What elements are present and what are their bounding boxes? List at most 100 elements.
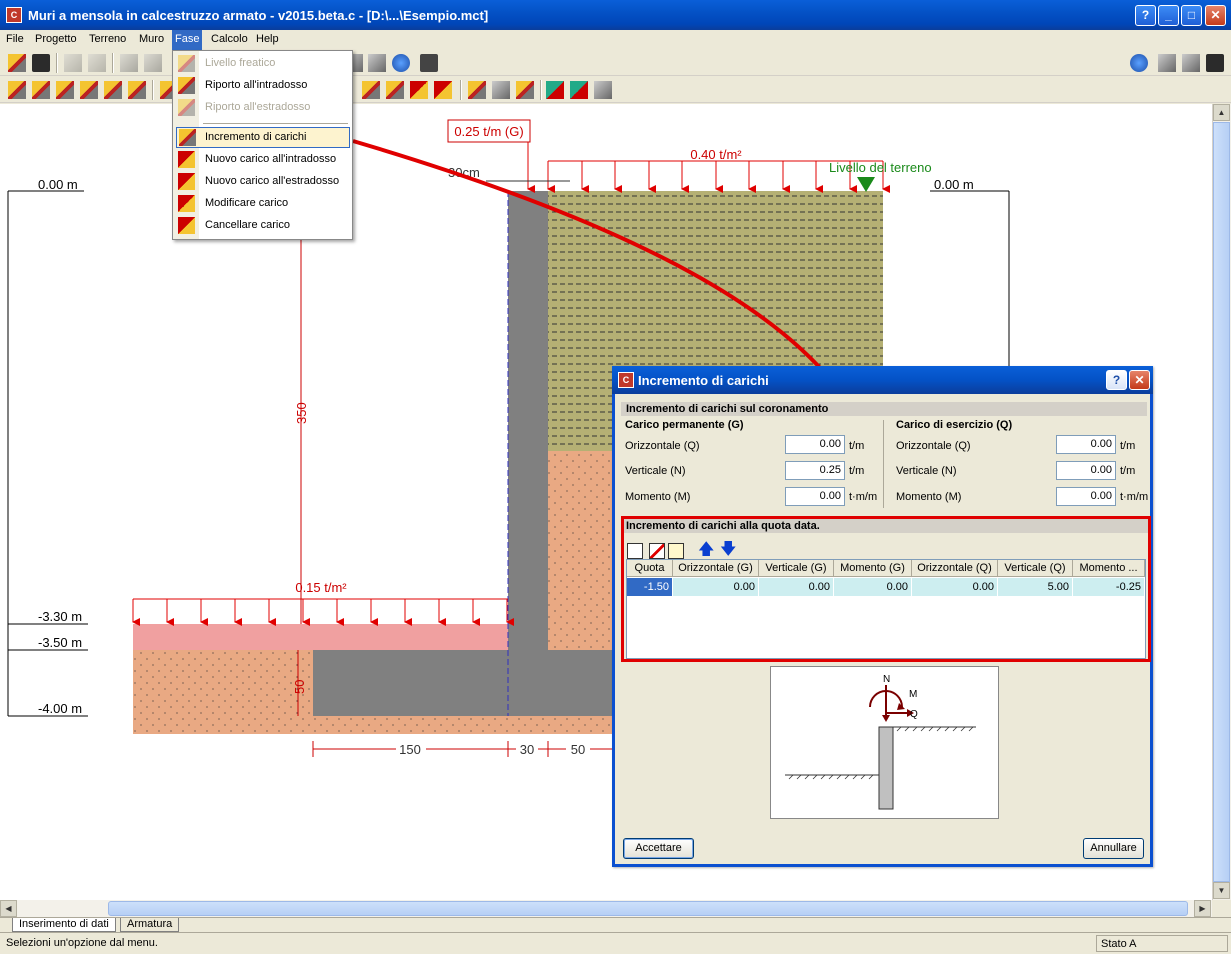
add-row-icon[interactable] [627,543,643,559]
redo-icon[interactable] [88,54,106,72]
crown-section-header: Incremento di carichi sul coronamento [621,402,1147,416]
column-header[interactable]: Quota [627,560,673,577]
table-cell[interactable]: 5.00 [998,578,1073,596]
first-icon[interactable] [120,54,138,72]
scroll-thumb[interactable] [1213,122,1230,882]
column-header[interactable]: Momento (G) [834,560,912,577]
wall-tool-icon[interactable] [128,81,146,99]
menu-item-livello-freatico[interactable]: Livello freatico [173,53,352,74]
menu-item-nuovo-carico-intradosso[interactable]: Nuovo carico all'intradosso [173,149,352,170]
scroll-right-icon[interactable]: ▶ [1194,900,1211,917]
load-tool-icon[interactable] [386,81,404,99]
perm-vertical-input[interactable]: 0.25 [785,461,845,480]
table-cell[interactable]: 0.00 [673,578,759,596]
wall-tool-icon[interactable] [32,81,50,99]
menu-progetto[interactable]: Progetto [35,33,77,45]
delete-row-icon[interactable] [649,543,665,559]
menu-item-incremento-carichi[interactable]: Incremento di carichi [176,127,350,148]
scroll-up-icon[interactable]: ▲ [1213,104,1230,121]
menu-calcolo[interactable]: Calcolo [211,33,248,45]
status-message: Selezioni un'opzione dal menu. [6,937,158,949]
column-header[interactable]: Orizzontale (G) [673,560,759,577]
serv-horizontal-label: Orizzontale (Q) [896,440,971,452]
menu-muro[interactable]: Muro [139,33,164,45]
move-down-icon[interactable]: 🡇 [720,542,736,559]
tools-icon[interactable] [594,81,612,99]
horizontal-scrollbar[interactable]: ◀ ▶ [0,900,1212,917]
perm-horizontal-input[interactable]: 0.00 [785,435,845,454]
table-cell[interactable]: -0.25 [1073,578,1145,596]
table-cell[interactable]: 0.00 [834,578,912,596]
edit-load-icon[interactable] [410,81,428,99]
previous-icon[interactable] [144,54,162,72]
accept-button[interactable]: Accettare [623,838,694,859]
table-cell[interactable]: 0.00 [759,578,834,596]
load-tool-icon[interactable] [362,81,380,99]
vertical-scrollbar[interactable]: ▲ ▼ [1212,104,1231,900]
menu-terreno[interactable]: Terreno [89,33,126,45]
column-header[interactable]: Momento ... [1073,560,1145,577]
level-label-330: -3.30 m [38,609,82,624]
menu-help[interactable]: Help [256,33,279,45]
column-header[interactable]: Orizzontale (Q) [912,560,998,577]
wall-stem [508,191,548,716]
menu-fase[interactable]: Fase [172,30,203,50]
scroll-down-icon[interactable]: ▼ [1213,882,1230,899]
calculator-icon[interactable] [1206,54,1224,72]
save-icon[interactable] [32,54,50,72]
wall-tool-icon[interactable] [56,81,74,99]
serv-moment-input[interactable]: 0.00 [1056,487,1116,506]
menu-item-modificare-carico[interactable]: Modificare carico [173,193,352,214]
level-loads-header: Incremento di carichi alla quota data. [624,519,1148,533]
column-header[interactable]: Verticale (Q) [998,560,1073,577]
maximize-button[interactable]: □ [1181,5,1202,26]
serv-vertical-input[interactable]: 0.00 [1056,461,1116,480]
help-button[interactable]: ? [1135,5,1156,26]
level-label-0-left: 0.00 m [38,177,78,192]
menu-item-nuovo-carico-estradosso[interactable]: Nuovo carico all'estradosso [173,171,352,192]
terrain-level-marker [857,177,875,192]
load-sign-preview: N M Q [770,666,999,819]
verify-icon[interactable] [570,81,588,99]
cancel-button[interactable]: Annullare [1083,838,1144,859]
tab-armatura[interactable]: Armatura [120,918,180,932]
wall-tool-icon[interactable] [8,81,26,99]
check-icon[interactable] [546,81,564,99]
globe-icon[interactable] [1130,54,1148,72]
delete-load-icon[interactable] [434,81,452,99]
copy-row-icon[interactable] [668,543,684,559]
phase-tool-icon[interactable] [492,81,510,99]
dialog-title: Incremento di carichi [638,373,769,388]
table-cell[interactable]: 0.00 [912,578,998,596]
undo-icon[interactable] [64,54,82,72]
pan-hand-icon[interactable] [368,54,386,72]
preview-wall [878,726,894,810]
print-icon[interactable] [1158,54,1176,72]
wall-tool-icon[interactable] [80,81,98,99]
move-up-icon[interactable]: 🡅 [698,542,714,559]
menu-file[interactable]: File [6,33,24,45]
column-header[interactable]: Verticale (G) [759,560,834,577]
perm-moment-input[interactable]: 0.00 [785,487,845,506]
wall-tool-icon[interactable] [104,81,122,99]
heel-load-label: 0.15 t/m² [295,580,347,595]
menu-item-cancellare-carico[interactable]: Cancellare carico [173,215,352,236]
close-button[interactable]: ✕ [1205,5,1226,26]
menu-item-riporto-intradosso[interactable]: Riporto all'intradosso [173,75,352,96]
hscroll-thumb[interactable] [108,901,1188,916]
redraw-icon[interactable] [392,54,410,72]
dialog-help-button[interactable]: ? [1106,370,1127,390]
phase-tool-icon[interactable] [468,81,486,99]
binoculars-icon[interactable] [420,54,438,72]
dialog-close-button[interactable]: ✕ [1129,370,1150,390]
tab-inserimento-dati[interactable]: Inserimento di dati [12,918,116,932]
minimize-button[interactable]: _ [1158,5,1179,26]
open-icon[interactable] [8,54,26,72]
menu-item-riporto-estradosso[interactable]: Riporto all'estradosso [173,97,352,118]
serv-horizontal-input[interactable]: 0.00 [1056,435,1116,454]
table-cell-quota[interactable]: -1.50 [627,578,673,596]
print-preview-icon[interactable] [1182,54,1200,72]
scroll-left-icon[interactable]: ◀ [0,900,17,917]
phase-tool-icon[interactable] [516,81,534,99]
preview-label-n: N [883,674,890,685]
